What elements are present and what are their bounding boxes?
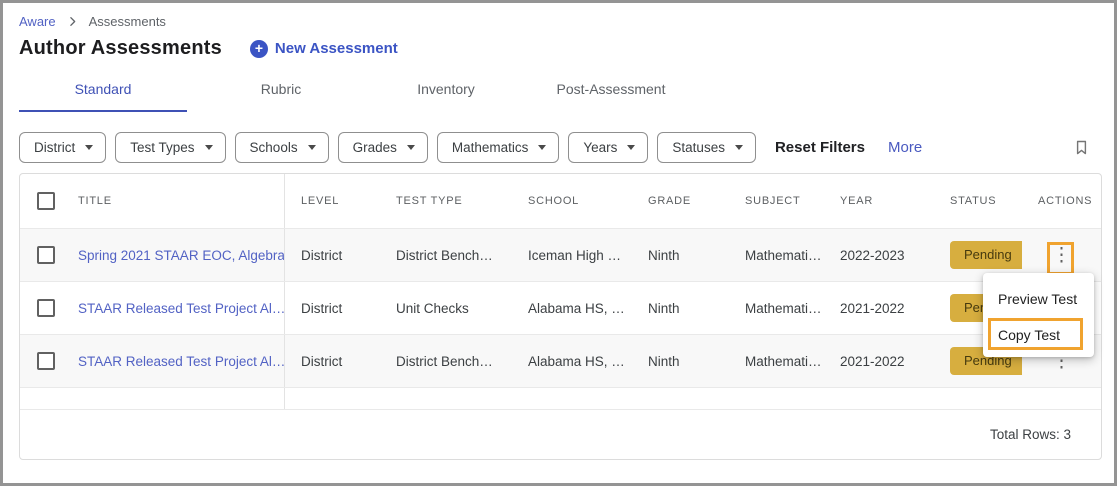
- filter-years-label: Years: [583, 140, 617, 155]
- cell-school: Alabama HS, …: [512, 354, 632, 369]
- cell-year: 2021-2022: [824, 301, 934, 316]
- cell-grade: Ninth: [632, 248, 729, 263]
- cell-school: Alabama HS, …: [512, 301, 632, 316]
- cell-level: District: [285, 354, 380, 369]
- filter-grades[interactable]: Grades: [338, 132, 428, 163]
- menu-item-copy-test[interactable]: Copy Test: [983, 317, 1094, 353]
- assessment-title-link[interactable]: Spring 2021 STAAR EOC, Algebra I: [78, 248, 285, 263]
- filter-subject[interactable]: Mathematics: [437, 132, 560, 163]
- header-year: YEAR: [824, 195, 934, 207]
- filter-test-types-label: Test Types: [130, 140, 194, 155]
- row-checkbox[interactable]: [37, 352, 55, 370]
- cell-test-type: District Bench…: [380, 248, 512, 263]
- plus-circle-icon: +: [250, 40, 268, 58]
- header-actions: ACTIONS: [1022, 195, 1101, 207]
- cell-subject: Mathemati…: [729, 248, 824, 263]
- header-grade: GRADE: [632, 195, 729, 207]
- page-title: Author Assessments: [19, 37, 222, 60]
- title-row: Author Assessments + New Assessment: [19, 37, 1098, 60]
- breadcrumb: Aware Assessments: [19, 14, 1098, 29]
- filter-subject-label: Mathematics: [452, 140, 529, 155]
- reset-filters-button[interactable]: Reset Filters: [775, 139, 865, 156]
- menu-item-preview-test[interactable]: Preview Test: [983, 281, 1094, 317]
- cell-year: 2022-2023: [824, 248, 934, 263]
- header-status: STATUS: [934, 195, 1022, 207]
- filter-grades-label: Grades: [353, 140, 397, 155]
- filter-statuses[interactable]: Statuses: [657, 132, 756, 163]
- bookmark-icon[interactable]: [1073, 138, 1090, 157]
- cell-subject: Mathemati…: [729, 301, 824, 316]
- cell-status: Pending: [934, 241, 1022, 269]
- filter-bar: District Test Types Schools Grades Mathe…: [19, 132, 1098, 163]
- row-actions-kebab-icon[interactable]: ⋮: [1044, 242, 1079, 269]
- assessment-title-link[interactable]: STAAR Released Test Project Al…: [78, 301, 285, 316]
- empty-row: [20, 388, 1101, 410]
- table-row: STAAR Released Test Project Al… District…: [20, 282, 1101, 335]
- cell-level: District: [285, 248, 380, 263]
- caret-down-icon: [205, 145, 213, 150]
- filter-district-label: District: [34, 140, 75, 155]
- table-footer: Total Rows: 3: [20, 410, 1101, 459]
- filter-district[interactable]: District: [19, 132, 106, 163]
- header-checkbox-cell: [20, 192, 62, 210]
- tab-inventory[interactable]: Inventory: [375, 81, 517, 112]
- cell-test-type: Unit Checks: [380, 301, 512, 316]
- cell-test-type: District Bench…: [380, 354, 512, 369]
- filter-schools-label: Schools: [250, 140, 298, 155]
- tab-standard[interactable]: Standard: [19, 81, 187, 112]
- more-filters-link[interactable]: More: [888, 139, 922, 156]
- total-rows-label: Total Rows: 3: [990, 427, 1071, 442]
- header-subject: SUBJECT: [729, 195, 824, 207]
- header-level: LEVEL: [285, 195, 380, 207]
- header-test-type: TEST TYPE: [380, 195, 512, 207]
- caret-down-icon: [735, 145, 743, 150]
- tab-post-assessment[interactable]: Post-Assessment: [517, 81, 705, 112]
- header-school: SCHOOL: [512, 195, 632, 207]
- cell-grade: Ninth: [632, 301, 729, 316]
- row-actions-menu: Preview Test Copy Test: [983, 273, 1094, 357]
- select-all-checkbox[interactable]: [37, 192, 55, 210]
- cell-subject: Mathemati…: [729, 354, 824, 369]
- cell-year: 2021-2022: [824, 354, 934, 369]
- new-assessment-label: New Assessment: [275, 40, 398, 57]
- cell-grade: Ninth: [632, 354, 729, 369]
- filter-test-types[interactable]: Test Types: [115, 132, 225, 163]
- caret-down-icon: [407, 145, 415, 150]
- new-assessment-button[interactable]: + New Assessment: [250, 40, 398, 58]
- header-title: TITLE: [62, 174, 285, 228]
- filter-years[interactable]: Years: [568, 132, 648, 163]
- breadcrumb-current: Assessments: [89, 14, 166, 29]
- caret-down-icon: [538, 145, 546, 150]
- caret-down-icon: [308, 145, 316, 150]
- table-row: STAAR Released Test Project Al… District…: [20, 335, 1101, 388]
- cell-school: Iceman High …: [512, 248, 632, 263]
- chevron-right-icon: [66, 15, 79, 28]
- status-badge: Pending: [950, 241, 1022, 269]
- assessments-table: TITLE LEVEL TEST TYPE SCHOOL GRADE SUBJE…: [19, 173, 1102, 460]
- tab-bar: Standard Rubric Inventory Post-Assessmen…: [19, 81, 1098, 112]
- row-checkbox[interactable]: [37, 299, 55, 317]
- filter-schools[interactable]: Schools: [235, 132, 329, 163]
- filter-statuses-label: Statuses: [672, 140, 725, 155]
- tab-rubric[interactable]: Rubric: [187, 81, 375, 112]
- breadcrumb-link-aware[interactable]: Aware: [19, 14, 56, 29]
- caret-down-icon: [627, 145, 635, 150]
- table-header-row: TITLE LEVEL TEST TYPE SCHOOL GRADE SUBJE…: [20, 174, 1101, 229]
- cell-level: District: [285, 301, 380, 316]
- table-row: Spring 2021 STAAR EOC, Algebra I Distric…: [20, 229, 1101, 282]
- author-assessments-page: Aware Assessments Author Assessments + N…: [0, 0, 1117, 486]
- assessment-title-link[interactable]: STAAR Released Test Project Al…: [78, 354, 285, 369]
- caret-down-icon: [85, 145, 93, 150]
- row-checkbox[interactable]: [37, 246, 55, 264]
